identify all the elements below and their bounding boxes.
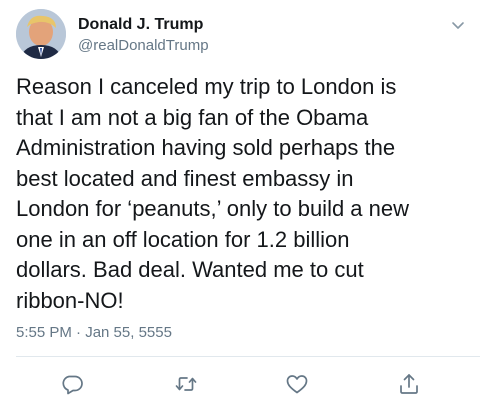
chevron-down-icon [452, 22, 464, 29]
like-button[interactable] [285, 372, 309, 396]
user-names: Donald J. Trump @realDonaldTrump [78, 15, 209, 55]
share-button[interactable] [397, 372, 421, 396]
reply-button[interactable] [60, 372, 84, 396]
avatar[interactable] [16, 9, 66, 59]
display-name[interactable]: Donald J. Trump [78, 15, 209, 34]
like-icon [286, 375, 308, 394]
retweet-button[interactable] [174, 372, 198, 396]
tweet-card: Donald J. Trump @realDonaldTrump Reason … [0, 0, 480, 410]
divider [16, 356, 480, 357]
tweet-timestamp[interactable]: 5:55 PM · Jan 55, 5555 [16, 324, 172, 341]
tweet-text: Reason I canceled my trip to London is t… [16, 74, 410, 313]
tweet-header: Donald J. Trump @realDonaldTrump [16, 9, 466, 69]
share-icon [400, 374, 418, 394]
user-handle[interactable]: @realDonaldTrump [78, 36, 209, 55]
reply-icon [62, 375, 83, 395]
profile-photo-icon [16, 9, 66, 59]
more-options-button[interactable] [450, 17, 466, 33]
tweet-actions [0, 372, 480, 396]
retweet-icon [175, 377, 197, 391]
